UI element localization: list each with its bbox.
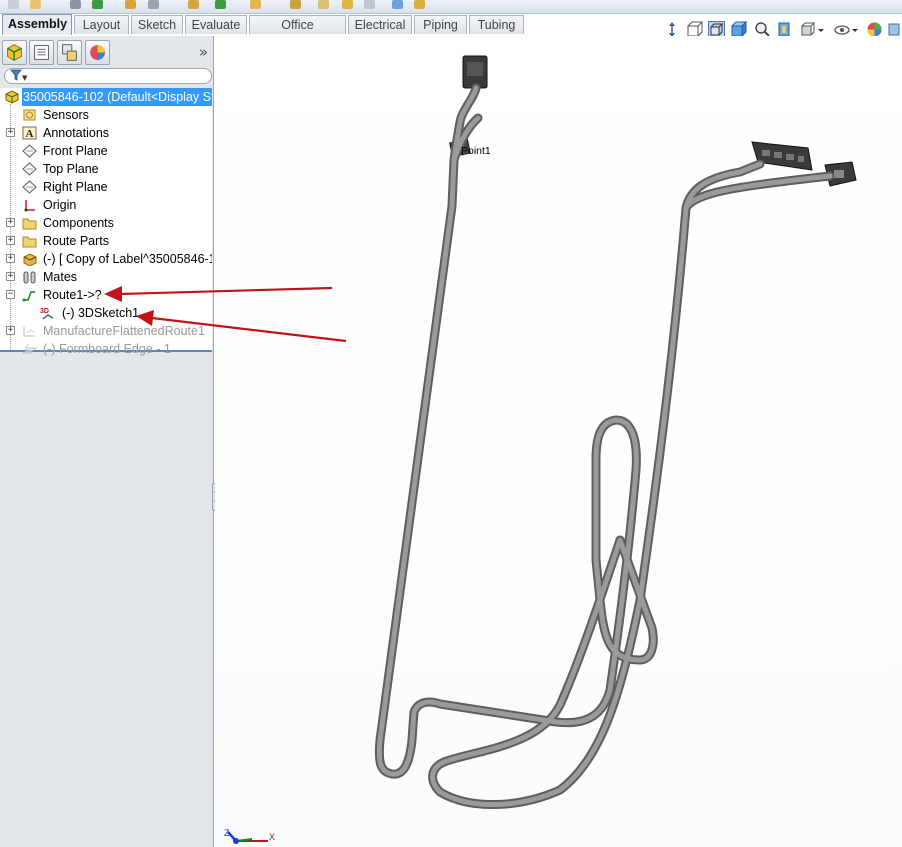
tree-node-label: Mates — [43, 270, 78, 284]
linear-pattern-icon[interactable] — [148, 0, 159, 9]
tree-node-front-plane[interactable]: Front Plane — [0, 142, 212, 160]
tree-node-route1[interactable]: − Route1->? — [0, 286, 212, 304]
folder-icon — [22, 218, 37, 230]
expand-toggle[interactable]: + — [6, 128, 15, 137]
tab-electrical[interactable]: Electrical — [348, 15, 412, 34]
flatten-icon — [23, 327, 36, 337]
tree-root-assembly[interactable]: 35005846-102 (Default<Display Stat — [0, 88, 212, 106]
tree-node-3dsketch1[interactable]: 3D (-) 3DSketch1 — [0, 304, 212, 322]
triad-x-label: X — [269, 832, 275, 842]
expand-toggle[interactable]: + — [6, 218, 15, 227]
filter-icon[interactable]: ▼ — [10, 69, 27, 85]
sensors-icon — [23, 109, 36, 121]
show-hidden-icon[interactable] — [250, 0, 261, 9]
open-icon[interactable] — [30, 0, 41, 9]
tree-node-label: Route1->? — [43, 288, 102, 302]
filter-dropdown-glyph: ▼ — [22, 74, 28, 82]
new-document-icon[interactable] — [8, 0, 19, 9]
tree-node-label: ManufactureFlattenedRoute1 — [43, 324, 205, 338]
bill-of-materials-icon[interactable] — [364, 0, 375, 9]
smart-fasteners-icon[interactable] — [188, 0, 199, 9]
tree-node-label: Origin — [43, 198, 77, 212]
plane-icon — [22, 144, 37, 158]
mates-icon — [23, 271, 36, 284]
tree-filter-input[interactable]: ▼ — [4, 68, 212, 84]
feature-tree: 35005846-102 (Default<Display Stat Senso… — [0, 88, 212, 356]
propertymanager-tab[interactable] — [29, 40, 54, 65]
plane-icon — [22, 180, 37, 194]
graphics-area[interactable]: Point1 Z X — [215, 36, 902, 847]
expand-toggle[interactable]: + — [6, 326, 15, 335]
tree-node-copy-of-label-35005846-10[interactable]: + (-) [ Copy of Label^35005846-10 — [0, 250, 212, 268]
tree-node-label: Front Plane — [43, 144, 108, 158]
formboard-icon — [22, 343, 37, 354]
mate-icon[interactable] — [125, 0, 136, 9]
expand-toggle[interactable]: + — [6, 272, 15, 281]
tab-tubing[interactable]: Tubing — [469, 15, 524, 34]
tree-node-label: (-) 3DSketch1 — [62, 306, 140, 320]
3dsketch-icon: 3D — [40, 308, 54, 320]
svg-text:3D: 3D — [40, 308, 49, 315]
tree-node-manufactureflattenedroute1[interactable]: + ManufactureFlattenedRoute1 — [0, 322, 212, 340]
displaymanager-tab[interactable] — [85, 40, 110, 65]
tree-node-label: Top Plane — [43, 162, 99, 176]
tree-node-label: (-) Formboard Edge - 1 — [43, 342, 171, 356]
assembly-icon — [5, 90, 19, 104]
expand-toggle[interactable]: + — [6, 236, 15, 245]
tree-node-top-plane[interactable]: Top Plane — [0, 160, 212, 178]
tab-assembly[interactable]: Assembly — [2, 14, 72, 35]
reference-geometry-icon[interactable] — [318, 0, 329, 9]
folder-icon — [22, 236, 37, 248]
manager-tabs: » — [2, 40, 212, 66]
tab-layout[interactable]: Layout — [74, 15, 129, 34]
plane-icon — [22, 162, 37, 176]
command-toolbar — [0, 0, 902, 14]
tab-sketch[interactable]: Sketch — [131, 15, 183, 34]
featuremanager-tab[interactable] — [2, 40, 27, 65]
tree-node-right-plane[interactable]: Right Plane — [0, 178, 212, 196]
tab-office-products[interactable]: Office Products — [249, 15, 346, 50]
annotations-icon: A — [22, 126, 37, 140]
collapse-toggle[interactable]: − — [6, 290, 15, 299]
route-icon — [22, 291, 35, 302]
tree-node-route-parts[interactable]: + Route Parts — [0, 232, 212, 250]
point1-label: Point1 — [461, 145, 491, 157]
insert-component-icon[interactable] — [92, 0, 103, 9]
tab-piping[interactable]: Piping — [414, 15, 467, 34]
tree-node-label: Right Plane — [43, 180, 108, 194]
expand-panel-button[interactable]: » — [199, 45, 208, 60]
tree-node-label: Annotations — [43, 126, 110, 140]
tree-node-sensors[interactable]: Sensors — [0, 106, 212, 124]
tree-node-origin[interactable]: Origin — [0, 196, 212, 214]
origin-icon — [24, 200, 35, 212]
feature-manager-panel: » ▼ 35005846-102 (Default<Display Stat S… — [0, 36, 221, 847]
svg-text:A: A — [26, 128, 34, 140]
tree-node-label: (-) [ Copy of Label^35005846-10 — [43, 252, 212, 266]
expand-toggle[interactable]: + — [6, 254, 15, 263]
edit-component-icon[interactable] — [70, 0, 81, 9]
tree-node-annotations[interactable]: + A Annotations — [0, 124, 212, 142]
tree-node-components[interactable]: + Components — [0, 214, 212, 232]
assembly-features-icon[interactable] — [290, 0, 301, 9]
tree-node-mates[interactable]: + Mates — [0, 268, 212, 286]
tree-node-formboard-edge-1[interactable]: (-) Formboard Edge - 1 — [0, 340, 212, 358]
tree-node-label: Sensors — [43, 108, 89, 122]
connector-top-left[interactable] — [462, 55, 488, 89]
part-icon — [23, 253, 37, 266]
tab-evaluate[interactable]: Evaluate — [185, 15, 247, 34]
configurationmanager-tab[interactable] — [57, 40, 82, 65]
tree-node-label: Route Parts — [43, 234, 110, 248]
new-motion-study-icon[interactable] — [342, 0, 353, 9]
tree-root-label: 35005846-102 (Default<Display Stat — [22, 88, 212, 106]
explode-line-sketch-icon[interactable] — [414, 0, 425, 9]
tree-node-label: Components — [43, 216, 114, 230]
triad-z-label: Z — [224, 828, 230, 838]
move-component-icon[interactable] — [215, 0, 226, 9]
exploded-view-icon[interactable] — [392, 0, 403, 9]
